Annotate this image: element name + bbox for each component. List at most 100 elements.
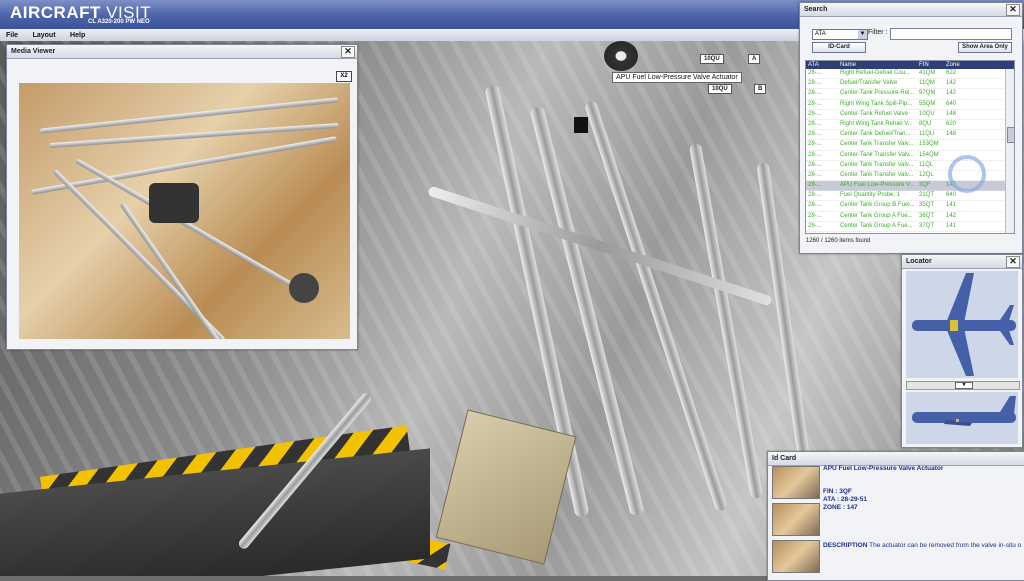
chevron-down-icon[interactable]: ▼	[858, 30, 867, 39]
media-viewer-panel: Media Viewer ✕ X2	[6, 44, 358, 350]
cell-fin: 97QM	[919, 90, 936, 97]
table-row[interactable]: 28-... Center Tank Transfer Valv... 153QM	[806, 140, 1014, 151]
cell-fin: 8QU	[919, 120, 932, 127]
cell-zone: 620	[946, 120, 957, 127]
slider-handle[interactable]: ▼	[955, 382, 973, 389]
cell-ata: 28-...	[808, 192, 822, 199]
cell-ata: 28-...	[808, 131, 822, 138]
cell-fin: 55QM	[919, 100, 936, 107]
magnifier-icon	[948, 155, 986, 193]
cell-ata: 28-...	[808, 110, 822, 117]
component-location-marker	[956, 419, 959, 422]
ata-select[interactable]: ATA ▼	[812, 29, 868, 40]
aircraft-side-silhouette	[912, 396, 1016, 426]
aircraft-top-silhouette	[912, 273, 1016, 376]
cell-ata: 28-...	[808, 70, 822, 76]
cell-fin: 37QT	[919, 222, 935, 229]
cell-fin: 154QM	[919, 151, 939, 158]
table-row[interactable]: 28-... Center-Tank Pressure-Rel... 97QM 142	[806, 89, 1014, 100]
ata-select-value: ATA	[815, 31, 826, 37]
aircraft-top-view[interactable]	[906, 271, 1018, 378]
column-ata[interactable]: ATA	[808, 61, 819, 69]
results-table-header: ATA Name FIN Zone	[806, 61, 1014, 69]
id-card-fin: FIN : 3QF	[823, 488, 852, 495]
table-row[interactable]: 28-... Right Refuel-Defuel Cou... 41QM 622	[806, 69, 1014, 80]
fuel-pipe[interactable]	[427, 185, 773, 307]
component-tag[interactable]: A	[748, 54, 761, 64]
cell-name: Center Tank Transfer Valv...	[840, 161, 914, 168]
valve-actuator-box[interactable]	[435, 409, 577, 565]
cell-name: Center Tank Group A Fue...	[840, 232, 913, 233]
aircraft-side-view[interactable]	[906, 392, 1018, 444]
thumbnail[interactable]	[772, 540, 820, 573]
column-fin[interactable]: FIN	[919, 61, 929, 69]
component-tag[interactable]: 10QU	[708, 84, 732, 94]
thumbnail[interactable]	[772, 503, 820, 536]
table-row[interactable]: 28-... Right Wing Tank Spill-Pip... 55QM 64…	[806, 100, 1014, 110]
description-label: DESCRIPTION	[823, 542, 868, 549]
locator-close-button[interactable]: ✕	[1006, 256, 1020, 268]
cell-ata: 28-...	[808, 222, 822, 229]
id-card-description: DESCRIPTION The actuator can be removed …	[823, 542, 1021, 549]
cell-name: Center Tank Transfer Valv...	[840, 141, 914, 148]
media-viewer-close-button[interactable]: ✕	[341, 46, 355, 58]
locator-slider[interactable]: ▼	[906, 381, 1020, 390]
cell-name: Center Tank Group A Fue...	[840, 212, 913, 219]
component-tag[interactable]: B	[754, 84, 767, 94]
filter-input[interactable]	[890, 28, 1012, 40]
table-row[interactable]: 28-... Center Tank Group A Fue... 38QT 142	[806, 232, 1014, 233]
cell-ata: 28-...	[808, 212, 822, 219]
id-card-button[interactable]: ID-Card	[812, 42, 866, 53]
id-card-header: Id Card	[768, 452, 1024, 466]
fuel-pipe[interactable]	[583, 99, 729, 513]
table-row[interactable]: 28-... Right Wing Tank Refuel V... 8QU 620	[806, 120, 1014, 131]
cell-name: Center-Tank Pressure-Rel...	[840, 90, 915, 97]
show-area-only-button[interactable]: Show Area Only	[958, 42, 1012, 53]
results-table-body: 28-... Right Refuel-Defuel Cou... 41QM 622 2…	[806, 69, 1014, 233]
id-card-panel: Id Card APU Fuel Low-Pressure Valve Actu…	[767, 451, 1024, 581]
cell-fin: 11QU	[919, 131, 935, 138]
cell-zone: 640	[946, 100, 957, 107]
cell-zone: 640	[946, 192, 957, 199]
cell-name: Right Refuel-Defuel Cou...	[840, 70, 911, 76]
cell-name: Center-Tank Transfer Valv...	[840, 151, 914, 158]
cell-zone: 148	[946, 131, 957, 138]
zoom-x2-button[interactable]: X2	[336, 71, 352, 82]
results-scrollbar[interactable]	[1005, 69, 1014, 233]
cell-name: Center Tank Group B Fuel...	[840, 202, 915, 209]
table-row[interactable]: 28-... Center Tank Group A Fue... 37QT 141	[806, 222, 1014, 232]
cell-fin: 38QT	[919, 232, 934, 233]
cell-ata: 28-...	[808, 161, 822, 168]
column-zone[interactable]: Zone	[946, 61, 960, 69]
filter-label: Filter :	[868, 29, 888, 36]
table-row[interactable]: 28-... Center-Tank Refuel Valve 10QU 148	[806, 110, 1014, 120]
thumbnail[interactable]	[772, 466, 820, 499]
cell-ata: 28-...	[808, 90, 822, 97]
table-row[interactable]: 28-... Center Tank Group A Fue... 36QT 142	[806, 212, 1014, 222]
cell-name: Right Wing Tank Refuel V...	[840, 120, 913, 127]
cell-fin: 21QT	[919, 192, 935, 199]
cell-zone: 142	[946, 232, 956, 233]
pressure-gauge[interactable]	[604, 41, 638, 71]
id-card-fields: FIN : 3QF ATA : 28-29-51 ZONE : 147	[823, 488, 867, 512]
table-row[interactable]: 28-... Fuel Quantity Probe, 1 21QT 640	[806, 191, 1014, 202]
cell-zone: 142	[946, 212, 957, 219]
thumbnail-list	[772, 466, 820, 577]
cell-zone: 622	[946, 70, 957, 76]
id-card-title: Id Card	[772, 455, 797, 462]
table-row[interactable]: 28-... Center-Tank Transfer Valv... 154QM	[806, 151, 1014, 161]
table-row[interactable]: 28-... Center Tank Group B Fuel... 35QT 141	[806, 201, 1014, 212]
component-photo[interactable]	[19, 83, 350, 339]
scrollbar-thumb[interactable]	[1007, 127, 1014, 143]
search-close-button[interactable]: ✕	[1006, 4, 1020, 16]
cell-fin: 3QF	[919, 182, 931, 189]
cell-ata: 28-...	[808, 202, 822, 209]
cell-ata: 28-...	[808, 120, 822, 127]
table-row[interactable]: 28-... Defuel/Transfer Valve 11QM 142	[806, 79, 1014, 90]
description-text: The actuator can be removed from the val…	[869, 542, 1022, 549]
cell-name: Center Tank Group A Fue...	[840, 222, 913, 229]
table-row[interactable]: 28-... Center-Tank Defuel/Tran... 11QU 148	[806, 130, 1014, 141]
cell-zone: 141	[946, 222, 957, 229]
component-tag[interactable]: 10QU	[700, 54, 724, 64]
column-name[interactable]: Name	[840, 61, 856, 69]
